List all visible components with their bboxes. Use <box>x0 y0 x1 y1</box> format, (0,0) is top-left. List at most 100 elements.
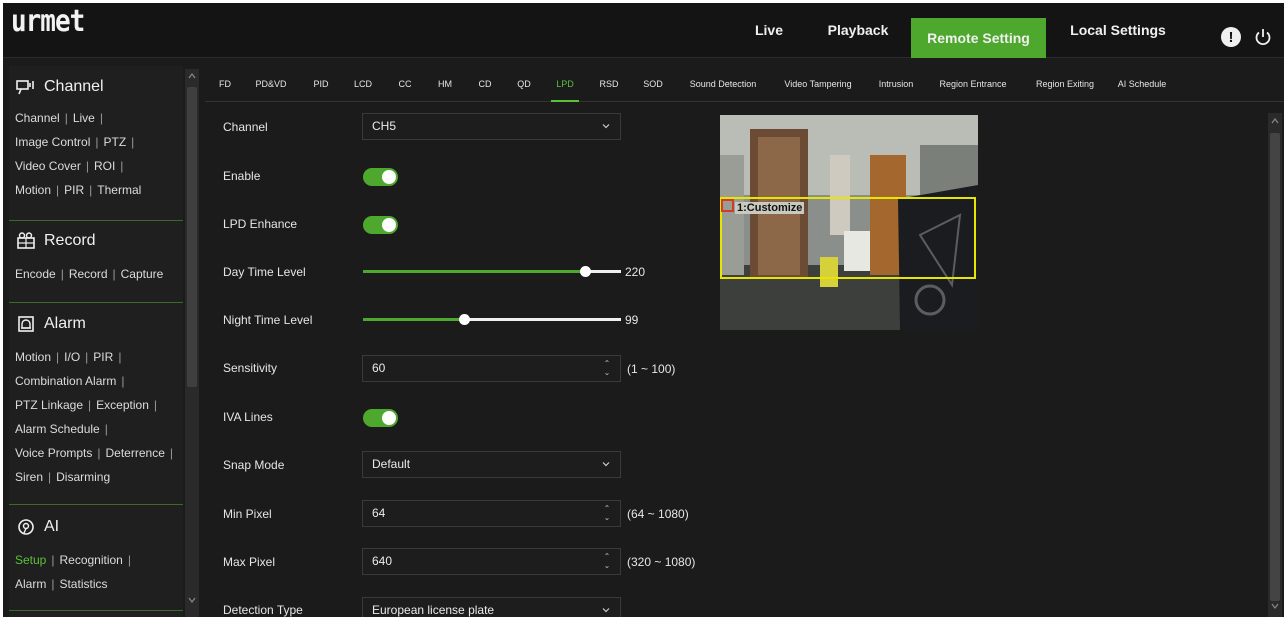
detection-type-select[interactable]: European license plate <box>362 597 621 617</box>
detection-type-label: Detection Type <box>223 603 303 617</box>
link-video-cover[interactable]: Video Cover <box>15 159 81 173</box>
channel-icon <box>16 78 36 96</box>
tab-cc[interactable]: CC <box>393 66 417 102</box>
sidebar-head-label: Alarm <box>44 315 86 332</box>
link-encode[interactable]: Encode <box>15 267 56 281</box>
ai-links: Setup | Recognition | Alarm | Statistics <box>15 553 131 591</box>
iva-lines-toggle[interactable] <box>363 409 398 427</box>
link-ptz[interactable]: PTZ <box>104 135 127 149</box>
sidebar-scroll-thumb[interactable] <box>187 87 197 387</box>
tab-pdvd[interactable]: PD&VD <box>251 66 291 102</box>
content-scrollbar[interactable] <box>1268 113 1282 617</box>
enable-toggle[interactable] <box>363 168 398 186</box>
lpd-enhance-toggle[interactable] <box>363 216 398 234</box>
spinner-icon[interactable]: ⌃ ⌄ <box>603 504 611 522</box>
spinner-icon[interactable]: ⌃ ⌄ <box>603 359 611 377</box>
link-disarming[interactable]: Disarming <box>56 470 110 484</box>
day-time-level-slider[interactable] <box>363 266 621 277</box>
link-pir[interactable]: PIR <box>64 183 84 197</box>
slider-handle[interactable] <box>459 314 470 325</box>
link-ptz-linkage[interactable]: PTZ Linkage <box>15 398 83 412</box>
link-io[interactable]: I/O <box>64 350 80 364</box>
tab-ai-schedule[interactable]: AI Schedule <box>1112 66 1172 102</box>
link-statistics[interactable]: Statistics <box>59 577 107 591</box>
tab-qd[interactable]: QD <box>511 66 537 102</box>
link-voice-prompts[interactable]: Voice Prompts <box>15 446 92 460</box>
link-deterrence[interactable]: Deterrence <box>106 446 165 460</box>
slider-handle[interactable] <box>580 266 591 277</box>
min-pixel-label: Min Pixel <box>223 507 272 521</box>
chevron-down-icon <box>602 608 610 613</box>
link-image-control[interactable]: Image Control <box>15 135 90 149</box>
iva-lines-label: IVA Lines <box>223 410 273 424</box>
night-time-level-slider[interactable] <box>363 314 621 325</box>
tab-hm[interactable]: HM <box>432 66 458 102</box>
scroll-up-icon[interactable] <box>188 73 196 79</box>
tab-sound-detection[interactable]: Sound Detection <box>682 66 764 102</box>
link-motion[interactable]: Motion <box>15 350 51 364</box>
snap-mode-select[interactable]: Default <box>362 451 621 478</box>
max-pixel-range: (320 ~ 1080) <box>627 555 696 569</box>
chevron-down-icon <box>602 124 610 129</box>
nav-local-settings[interactable]: Local Settings <box>1059 3 1177 58</box>
ai-icon <box>16 518 36 536</box>
sidebar-section-channel: Channel Channel | Live | Image Control | PTZ |… <box>9 72 183 202</box>
night-time-level-value: 99 <box>625 313 639 327</box>
scroll-up-icon[interactable] <box>1271 118 1279 124</box>
tab-cd[interactable]: CD <box>472 66 498 102</box>
min-pixel-input[interactable]: 64 ⌃ ⌄ <box>362 500 621 527</box>
sidebar-divider <box>9 504 183 505</box>
link-roi[interactable]: ROI <box>94 159 115 173</box>
sidebar-head-channel[interactable]: Channel <box>9 72 183 102</box>
sidebar-head-label: AI <box>44 518 60 535</box>
link-exception[interactable]: Exception <box>96 398 149 412</box>
scroll-down-icon[interactable] <box>1271 603 1279 609</box>
link-alarm[interactable]: Alarm <box>15 577 46 591</box>
spinner-icon[interactable]: ⌃ ⌄ <box>603 552 611 570</box>
tab-region-exiting[interactable]: Region Exiting <box>1028 66 1102 102</box>
tab-rsd[interactable]: RSD <box>595 66 623 102</box>
sidebar-head-record[interactable]: Record <box>9 226 183 256</box>
link-siren[interactable]: Siren <box>15 470 43 484</box>
tab-pid[interactable]: PID <box>308 66 334 102</box>
link-capture[interactable]: Capture <box>121 267 164 281</box>
sidebar-divider <box>9 220 183 221</box>
nav-live[interactable]: Live <box>743 3 795 58</box>
link-pir[interactable]: PIR <box>93 350 113 364</box>
day-time-level-value: 220 <box>625 265 646 279</box>
snap-mode-value: Default <box>372 457 411 471</box>
chevron-down-icon <box>602 462 610 467</box>
link-motion[interactable]: Motion <box>15 183 51 197</box>
tab-intrusion[interactable]: Intrusion <box>872 66 920 102</box>
link-thermal[interactable]: Thermal <box>97 183 141 197</box>
tab-lcd[interactable]: LCD <box>349 66 377 102</box>
nav-playback[interactable]: Playback <box>815 3 901 58</box>
tab-sod[interactable]: SOD <box>638 66 668 102</box>
sensitivity-input[interactable]: 60 ⌃ ⌄ <box>362 355 621 382</box>
sidebar-divider <box>9 302 183 303</box>
tab-region-entrance[interactable]: Region Entrance <box>932 66 1014 102</box>
link-combination-alarm[interactable]: Combination Alarm <box>15 374 116 388</box>
sidebar-scrollbar[interactable] <box>185 69 199 617</box>
link-record[interactable]: Record <box>69 267 108 281</box>
link-live[interactable]: Live <box>73 111 95 125</box>
tab-video-tampering[interactable]: Video Tampering <box>777 66 859 102</box>
channel-select[interactable]: CH5 <box>362 113 621 140</box>
nav-remote-setting[interactable]: Remote Setting <box>911 18 1046 58</box>
alert-icon[interactable]: ! <box>1221 27 1241 47</box>
link-alarm-schedule[interactable]: Alarm Schedule <box>15 422 100 436</box>
function-tabs: FD PD&VD PID LCD CC HM CD QD LPD RSD SOD… <box>205 66 1284 102</box>
scroll-down-icon[interactable] <box>188 597 196 603</box>
sidebar-head-alarm[interactable]: Alarm <box>9 309 183 339</box>
link-setup[interactable]: Setup <box>15 553 46 567</box>
tab-fd[interactable]: FD <box>214 66 236 102</box>
link-channel[interactable]: Channel <box>15 111 60 125</box>
sidebar-head-ai[interactable]: AI <box>9 512 183 542</box>
max-pixel-input[interactable]: 640 ⌃ ⌄ <box>362 548 621 575</box>
tab-lpd[interactable]: LPD <box>551 66 579 102</box>
link-recognition[interactable]: Recognition <box>59 553 122 567</box>
power-icon[interactable] <box>1252 26 1274 48</box>
channel-label: Channel <box>223 120 268 134</box>
camera-preview[interactable]: 1:Customize <box>720 115 978 330</box>
content-scroll-thumb[interactable] <box>1270 133 1280 601</box>
